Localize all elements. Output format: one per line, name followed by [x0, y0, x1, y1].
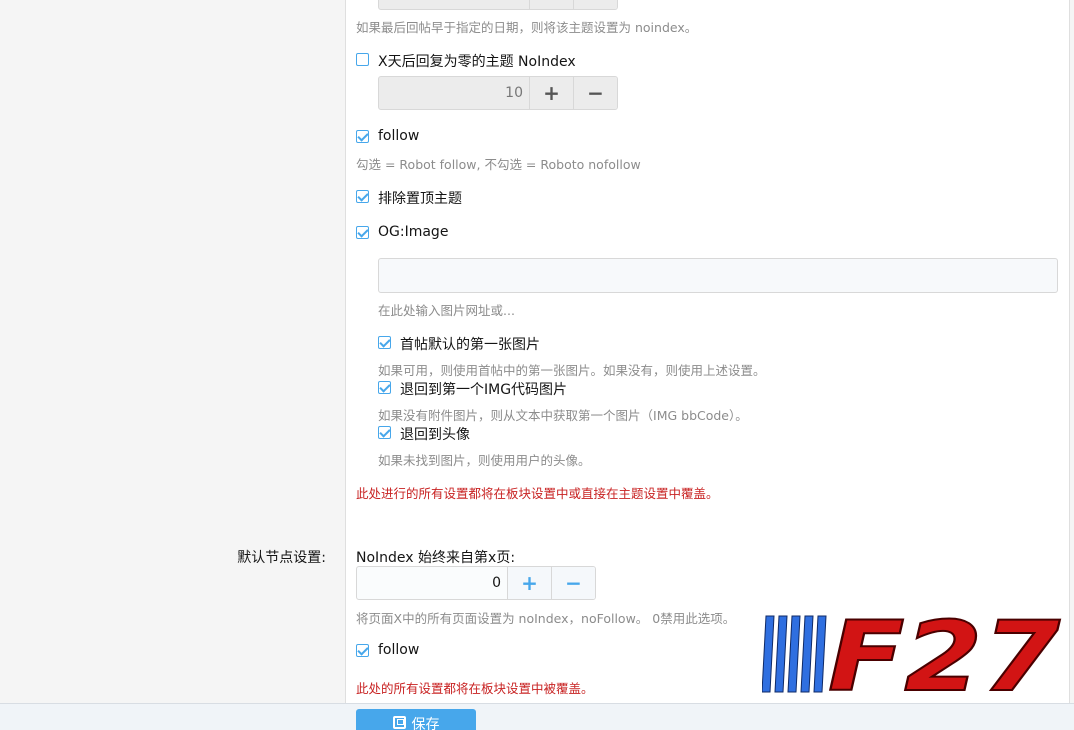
fallback-avatar-checkbox[interactable] [378, 426, 391, 439]
logo-text: F27 [828, 606, 1060, 696]
fallback-img-checkbox[interactable] [378, 381, 391, 394]
zero-reply-minus-button[interactable]: − [573, 77, 617, 109]
default-node-settings-label: 默认节点设置: [237, 550, 326, 566]
first-image-hint: 如果可用，则使用首帖中的第一张图片。如果没有，则使用上述设置。 [378, 363, 766, 378]
og-image-label[interactable]: OG:Image [378, 224, 448, 240]
exclude-sticky-label[interactable]: 排除置顶主题 [378, 188, 462, 208]
zero-reply-label[interactable]: X天后回复为零的主题 NoIndex [378, 51, 576, 71]
date-stepper-btn-a[interactable] [529, 0, 573, 9]
row-label-column [0, 0, 346, 703]
node-override-warning: 此处的所有设置都将在板块设置中被覆盖。 [356, 681, 594, 696]
zero-reply-checkbox[interactable] [356, 53, 369, 66]
floppy-disk-icon [392, 716, 406, 729]
logo-stripes [762, 615, 827, 693]
follow-hint: 勾选 = Robot follow, 不勾选 = Roboto nofollow [356, 157, 641, 172]
noindex-plus-button[interactable]: + [507, 567, 551, 599]
noindex-page-value[interactable]: 0 [357, 567, 507, 599]
date-hint: 如果最后回帖早于指定的日期，则将该主题设置为 noindex。 [356, 20, 698, 35]
og-image-hint: 在此处输入图片网址或... [378, 303, 515, 318]
first-image-checkbox[interactable] [378, 336, 391, 349]
noindex-minus-button[interactable]: − [551, 567, 595, 599]
noindex-page-hint: 将页面X中的所有页面设置为 noIndex，noFollow。 0禁用此选项。 [356, 611, 736, 626]
fallback-avatar-label[interactable]: 退回到头像 [400, 424, 470, 444]
fallback-img-label[interactable]: 退回到第一个IMG代码图片 [400, 379, 567, 399]
override-warning: 此处进行的所有设置都将在板块设置中或直接在主题设置中覆盖。 [356, 486, 719, 501]
first-image-label[interactable]: 首帖默认的第一张图片 [400, 334, 540, 354]
node-follow-label[interactable]: follow [378, 642, 419, 658]
exclude-sticky-checkbox[interactable] [356, 190, 369, 203]
fallback-avatar-hint: 如果未找到图片，则使用用户的头像。 [378, 453, 591, 468]
zero-reply-days-value[interactable]: 10 [379, 77, 529, 109]
follow-label[interactable]: follow [378, 128, 419, 144]
og-image-checkbox[interactable] [356, 226, 369, 239]
footer-bar [0, 703, 1074, 730]
date-stepper-value [379, 0, 529, 9]
zero-reply-days-stepper[interactable]: 10 + − [378, 76, 618, 110]
og-image-url-input[interactable] [378, 258, 1058, 293]
date-stepper-partial[interactable] [378, 0, 618, 10]
right-edge-panel [1069, 0, 1074, 703]
save-button[interactable]: 保存 [356, 709, 476, 730]
zero-reply-plus-button[interactable]: + [529, 77, 573, 109]
f27-logo: F27 [762, 606, 1061, 696]
node-follow-checkbox[interactable] [356, 644, 369, 657]
noindex-page-stepper[interactable]: 0 + − [356, 566, 596, 600]
date-stepper-btn-b[interactable] [573, 0, 617, 9]
fallback-img-hint: 如果没有附件图片，则从文本中获取第一个图片（IMG bbCode）。 [378, 408, 748, 423]
save-button-label: 保存 [411, 717, 440, 730]
noindex-page-label: NoIndex 始终来自第x页: [356, 550, 516, 566]
follow-checkbox[interactable] [356, 130, 369, 143]
